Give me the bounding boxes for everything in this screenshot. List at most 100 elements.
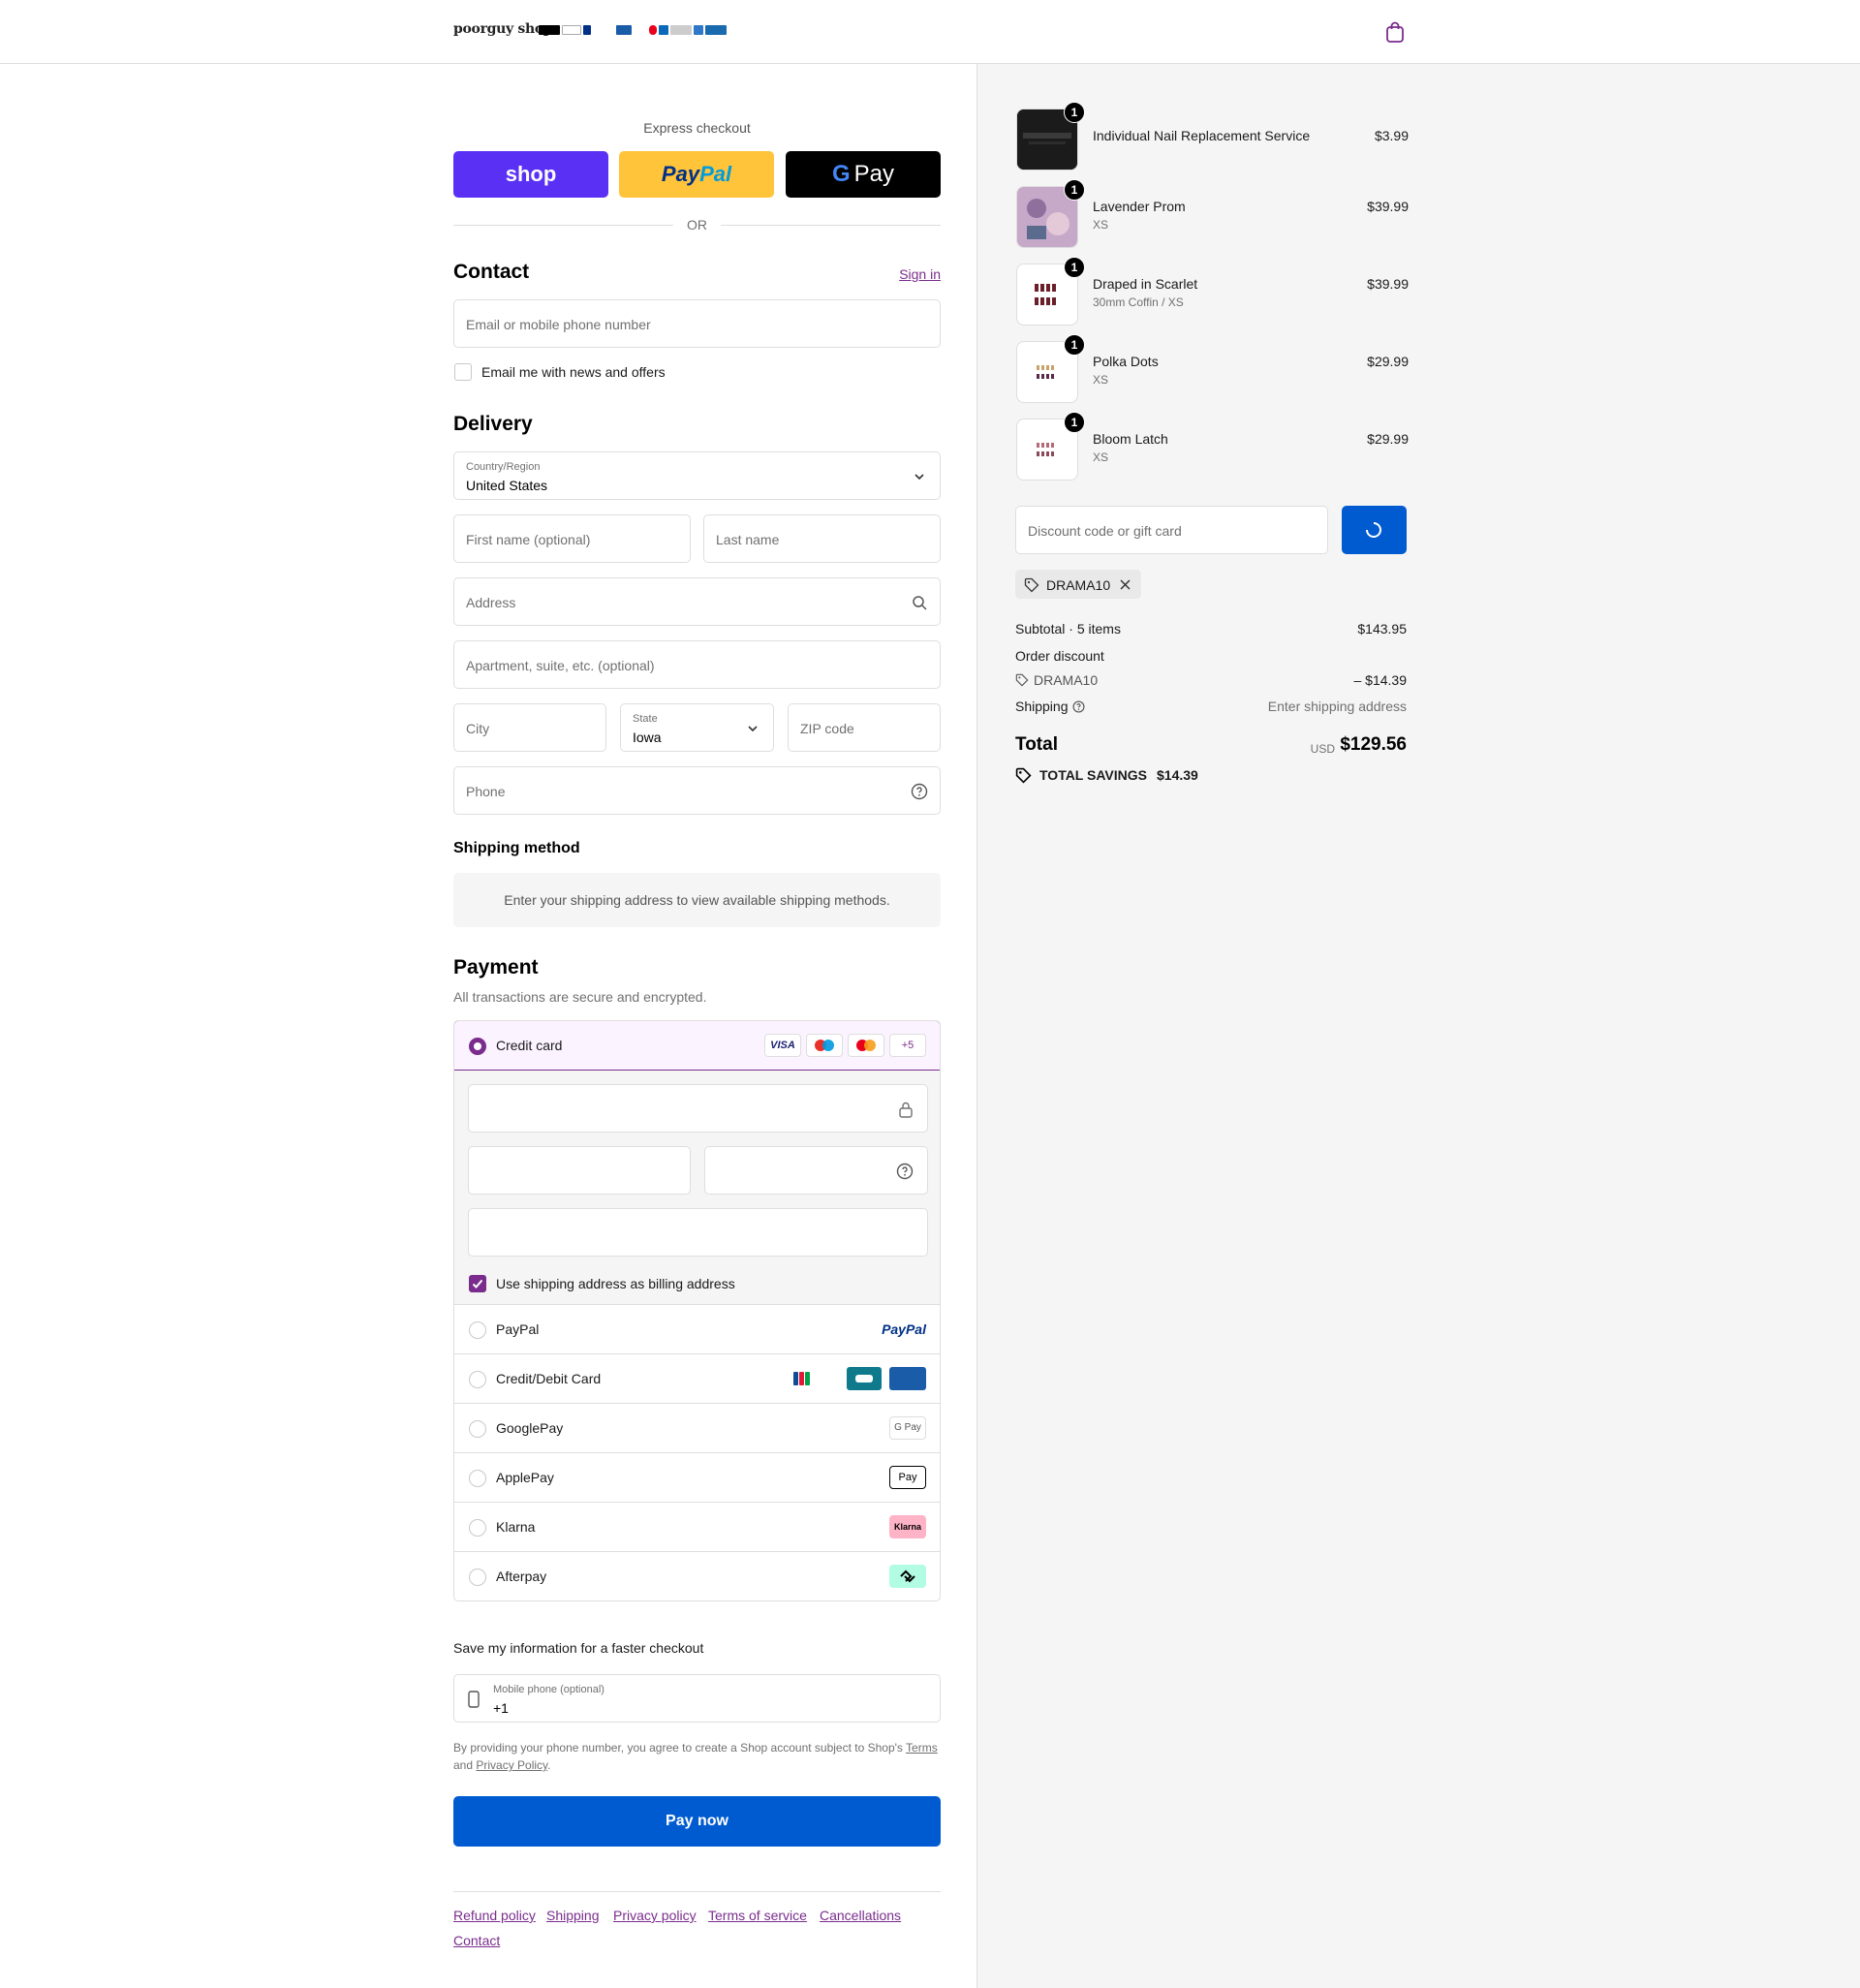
paypal-logo-icon: PayPal: [882, 1321, 926, 1337]
paypal-label-2: Pal: [699, 162, 732, 186]
cart-item: 1 Draped in Scarlet 30mm Coffin / XS $39…: [1016, 257, 1409, 326]
email-field[interactable]: Email or mobile phone number: [453, 299, 941, 348]
address-placeholder: Address: [466, 595, 516, 610]
city-placeholder: City: [466, 721, 490, 736]
quantity-badge: 1: [1064, 102, 1085, 123]
klarna-label: Klarna: [496, 1519, 536, 1535]
shop-pay-button[interactable]: shop: [453, 151, 608, 198]
last-name-placeholder: Last name: [716, 532, 780, 547]
mobile-phone-label: Mobile phone (optional): [493, 1684, 604, 1695]
visa-mini-icon: [634, 25, 647, 35]
product-price: $3.99: [1374, 128, 1409, 143]
terms-link[interactable]: Terms: [906, 1741, 938, 1755]
last-name-field[interactable]: Last name: [703, 514, 941, 563]
shop-pay-label: shop: [505, 162, 557, 186]
close-icon[interactable]: [1119, 578, 1132, 591]
save-info-heading: Save my information for a faster checkou…: [453, 1640, 704, 1656]
apply-discount-button[interactable]: [1342, 506, 1407, 554]
discount-code-placeholder: Discount code or gift card: [1028, 523, 1182, 539]
shipping-method-message: Enter your shipping address to view avai…: [453, 873, 941, 927]
apple-pay-icon: Pay: [889, 1466, 926, 1489]
shipping-row: Shipping Enter shipping address: [1015, 699, 1407, 714]
applepay-label: ApplePay: [496, 1470, 554, 1485]
payment-heading: Payment: [453, 956, 539, 978]
quantity-badge: 1: [1064, 334, 1085, 356]
expiry-field[interactable]: [468, 1146, 691, 1195]
delivery-heading: Delivery: [453, 413, 533, 435]
apple-pay-mini-icon: [539, 25, 560, 35]
payment-option-afterpay[interactable]: Afterpay: [454, 1551, 940, 1600]
first-name-placeholder: First name (optional): [466, 532, 591, 547]
or-divider: OR: [453, 215, 941, 234]
payment-option-klarna[interactable]: Klarna Klarna: [454, 1502, 940, 1551]
afterpay-label: Afterpay: [496, 1569, 547, 1584]
shopping-bag-icon[interactable]: [1385, 21, 1405, 43]
payment-option-googlepay[interactable]: GooglePay G Pay: [454, 1403, 940, 1452]
country-value: United States: [466, 478, 548, 493]
news-label: Email me with news and offers: [481, 364, 666, 380]
privacy-policy-link[interactable]: Privacy Policy: [476, 1758, 547, 1772]
mastercard-icon: [848, 1034, 884, 1057]
mobile-phone-field[interactable]: Mobile phone (optional) +1: [453, 1674, 941, 1723]
phone-field[interactable]: Phone: [453, 766, 941, 815]
googlepay-radio[interactable]: [469, 1420, 486, 1438]
paypal-button[interactable]: Pay Pal: [619, 151, 774, 198]
name-on-card-field[interactable]: [468, 1208, 928, 1257]
footer-terms-link[interactable]: Terms of service: [708, 1908, 807, 1923]
klarna-icon: Klarna: [889, 1515, 926, 1538]
help-circle-icon[interactable]: [911, 783, 928, 800]
footer-contact-link[interactable]: Contact: [453, 1933, 500, 1948]
address-field[interactable]: Address: [453, 577, 941, 626]
payment-option-paypal[interactable]: PayPal PayPal: [454, 1304, 940, 1353]
credit-card-radio[interactable]: [469, 1038, 486, 1055]
credit-debit-label: Credit/Debit Card: [496, 1371, 602, 1386]
cart-item: 1 Polka Dots XS $29.99: [1016, 334, 1409, 403]
footer-cancellations-link[interactable]: Cancellations: [820, 1908, 901, 1923]
save-info-legal: By providing your phone number, you agre…: [453, 1739, 941, 1774]
legal-text: By providing your phone number, you agre…: [453, 1741, 903, 1755]
shipping-method-heading: Shipping method: [453, 840, 580, 856]
footer-privacy-policy-link[interactable]: Privacy policy: [613, 1908, 697, 1923]
first-name-field[interactable]: First name (optional): [453, 514, 691, 563]
discount-value: – $14.39: [1353, 672, 1408, 688]
shipping-label: Shipping: [1015, 699, 1069, 714]
apartment-field[interactable]: Apartment, suite, etc. (optional): [453, 640, 941, 689]
billing-same-checkbox[interactable]: [469, 1275, 486, 1292]
total-savings-value: $14.39: [1157, 767, 1198, 783]
tag-icon: [1015, 673, 1029, 687]
help-circle-icon[interactable]: [896, 1163, 914, 1180]
payment-option-credit-debit[interactable]: Credit/Debit Card: [454, 1353, 940, 1403]
help-circle-icon[interactable]: [1072, 700, 1085, 713]
googlepay-label: GooglePay: [496, 1420, 564, 1436]
contact-heading: Contact: [453, 261, 530, 283]
cart-item: 1 Individual Nail Replacement Service $3…: [1016, 102, 1409, 171]
card-number-field[interactable]: [468, 1084, 928, 1133]
klarna-radio[interactable]: [469, 1519, 486, 1537]
footer-shipping-link[interactable]: Shipping: [546, 1908, 600, 1923]
applepay-radio[interactable]: [469, 1470, 486, 1487]
state-select[interactable]: State Iowa: [620, 703, 774, 752]
subtotal-value: $143.95: [1357, 621, 1407, 637]
news-checkbox[interactable]: [454, 363, 472, 381]
shipping-value: Enter shipping address: [1267, 699, 1407, 714]
paypal-radio[interactable]: [469, 1321, 486, 1339]
afterpay-radio[interactable]: [469, 1569, 486, 1586]
google-pay-button[interactable]: G Pay: [786, 151, 941, 198]
sign-in-link[interactable]: Sign in: [899, 266, 941, 282]
more-cards-badge[interactable]: +5: [889, 1034, 926, 1057]
discount-code-field[interactable]: Discount code or gift card: [1015, 506, 1328, 554]
payment-option-applepay[interactable]: ApplePay Pay: [454, 1452, 940, 1502]
payment-subtitle: All transactions are secure and encrypte…: [453, 989, 707, 1005]
payment-option-credit-card[interactable]: Credit card VISA +5: [454, 1021, 940, 1071]
google-pay-mini-icon: [562, 25, 581, 35]
zip-field[interactable]: ZIP code: [788, 703, 941, 752]
mobile-phone-icon: [468, 1691, 480, 1708]
applied-code-text: DRAMA10: [1046, 577, 1111, 593]
pay-now-button[interactable]: Pay now: [453, 1796, 941, 1847]
product-name: Polka Dots: [1093, 354, 1159, 369]
footer-refund-policy-link[interactable]: Refund policy: [453, 1908, 536, 1923]
credit-debit-radio[interactable]: [469, 1371, 486, 1388]
security-code-field[interactable]: [704, 1146, 928, 1195]
country-select[interactable]: Country/Region United States: [453, 451, 941, 500]
city-field[interactable]: City: [453, 703, 606, 752]
